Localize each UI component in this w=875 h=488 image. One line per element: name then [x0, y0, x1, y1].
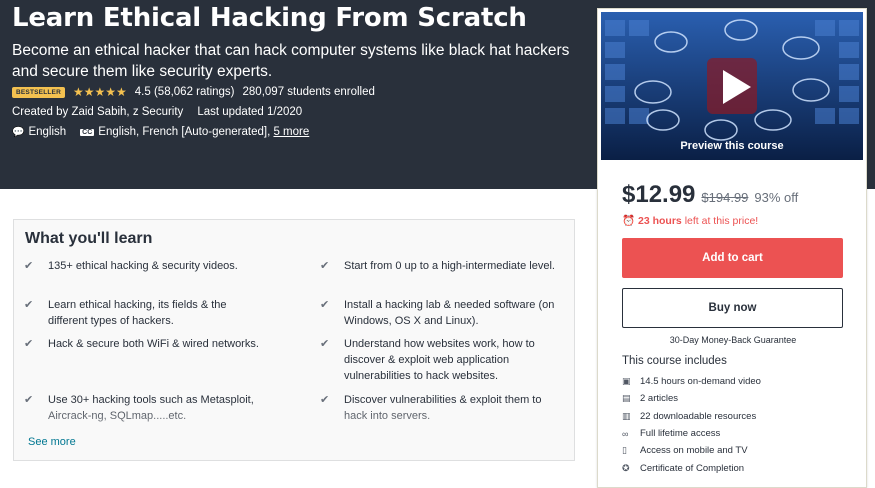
course-title: Learn Ethical Hacking From Scratch	[12, 3, 527, 33]
original-price: $194.99	[701, 190, 749, 205]
course-subtitle: Become an ethical hacker that can hack c…	[12, 42, 570, 80]
check-icon: ✔	[24, 299, 34, 311]
last-updated: Last updated 1/2020	[197, 106, 303, 118]
infinity-icon: ∞	[622, 428, 629, 439]
language: 💬 English	[12, 126, 67, 138]
captions: CC English, French [Auto-generated], 5 mo…	[80, 126, 310, 138]
check-icon: ✔	[320, 299, 330, 311]
video-icon: ▣	[622, 376, 631, 387]
purchase-sidebar: Preview this course $12.99 $194.99 93% o…	[597, 8, 867, 488]
current-price: $12.99	[622, 181, 696, 208]
star-rating-icon: ★★★★★	[72, 85, 127, 99]
learn-item: ✔ Learn ethical hacking, its fields & the…	[24, 299, 227, 327]
rating-row: Bestseller ★★★★★ 4.5 (58,062 ratings) 28…	[12, 85, 375, 99]
includes-item: ▥ 22 downloadable resources	[622, 410, 757, 422]
rating-text[interactable]: 4.5 (58,062 ratings)	[135, 86, 235, 98]
price-timer: ⏰ 23 hours left at this price!	[622, 215, 759, 227]
speech-bubble-icon: 💬	[12, 127, 25, 138]
see-more-link[interactable]: See more	[28, 436, 76, 448]
add-to-cart-button[interactable]: Add to cart	[622, 238, 843, 278]
price-row: $12.99 $194.99 93% off	[622, 181, 798, 209]
alarm-clock-icon: ⏰	[622, 215, 636, 227]
bestseller-badge: Bestseller	[12, 86, 65, 98]
closed-captions-icon: CC	[80, 129, 95, 136]
language-row: 💬 English CC English, French [Auto-generat…	[12, 126, 309, 138]
learn-item: ✔ Hack & secure both WiFi & wired network…	[24, 338, 259, 350]
file-icon: ▥	[622, 410, 631, 421]
money-back-guarantee: 30-Day Money-Back Guarantee	[669, 335, 797, 345]
mobile-icon: ▯	[622, 445, 627, 456]
includes-item: ✪ Certificate of Completion	[622, 462, 745, 474]
author-row: Created by Zaid Sabih, z Security Last u…	[12, 106, 302, 118]
buy-now-button[interactable]: Buy now	[622, 288, 843, 328]
course-preview[interactable]: Preview this course	[601, 12, 863, 160]
includes-item: ▤ 2 articles	[622, 393, 679, 405]
play-icon[interactable]	[711, 64, 757, 110]
check-icon: ✔	[320, 338, 330, 350]
preview-label: Preview this course	[680, 140, 784, 152]
check-icon: ✔	[320, 260, 330, 272]
certificate-icon: ✪	[622, 462, 630, 473]
what-youll-learn-box: What you'll learn ✔ 135+ ethical hacking …	[13, 219, 575, 461]
learn-item: ✔ 135+ ethical hacking & security videos.	[24, 260, 238, 272]
learn-title: What you'll learn	[25, 230, 153, 247]
article-icon: ▤	[622, 393, 631, 404]
learn-item: ✔ Install a hacking lab & needed software…	[320, 299, 555, 327]
captions-more-link[interactable]: 5 more	[273, 126, 309, 138]
check-icon: ✔	[24, 338, 34, 350]
includes-item: ▯ Access on mobile and TV	[622, 445, 748, 457]
includes-title: This course includes	[622, 355, 727, 367]
includes-list: ▣ 14.5 hours on-demand video ▤ 2 articles …	[622, 373, 852, 477]
learn-item: ✔ Start from 0 up to a high-intermediate …	[320, 260, 555, 272]
includes-item: ∞ Full lifetime access	[622, 428, 721, 440]
learn-item: ✔ Understand how websites work, how to di…	[320, 338, 535, 382]
enrolled-count: 280,097 students enrolled	[242, 86, 375, 98]
check-icon: ✔	[24, 260, 34, 272]
created-by[interactable]: Created by Zaid Sabih, z Security	[12, 106, 183, 118]
discount-percent: 93% off	[754, 190, 799, 205]
learn-fade-overlay	[14, 400, 574, 460]
includes-item: ▣ 14.5 hours on-demand video	[622, 376, 761, 388]
